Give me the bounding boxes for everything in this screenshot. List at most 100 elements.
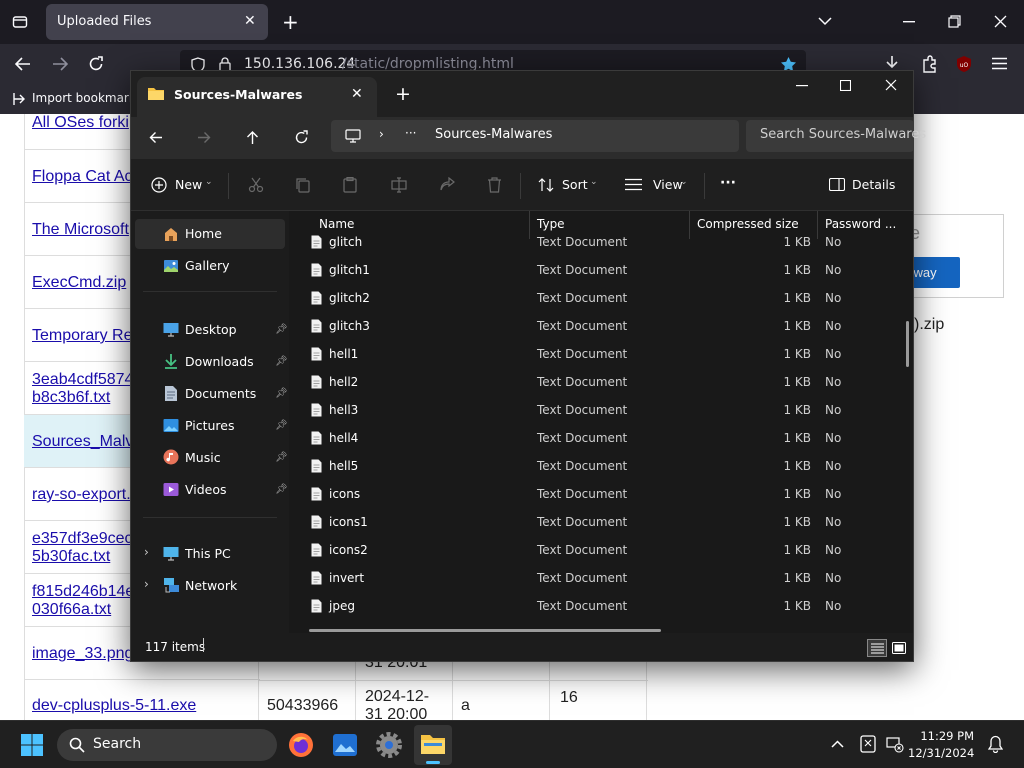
maximize-icon[interactable] xyxy=(840,80,851,91)
ublock-icon[interactable]: uO xyxy=(955,55,973,73)
share-icon[interactable] xyxy=(439,177,455,193)
file-link-line2[interactable]: 030f66a.txt xyxy=(32,601,111,619)
file-link[interactable]: dev-cplusplus-5-11.exe xyxy=(32,697,196,715)
back-icon[interactable] xyxy=(15,57,31,71)
nav-item-documents[interactable]: Documents 📌︎ xyxy=(135,379,288,409)
file-link[interactable]: Sources_Malv xyxy=(32,433,133,451)
refresh-icon[interactable] xyxy=(294,130,309,145)
chevron-right-icon[interactable]: › xyxy=(379,127,384,141)
pin-icon: 📌︎ xyxy=(275,420,288,431)
close-window-icon[interactable] xyxy=(994,15,1007,28)
nav-item-network[interactable]: › Network xyxy=(135,571,285,601)
network-disconnected-icon[interactable] xyxy=(886,735,904,753)
photos-app-icon[interactable] xyxy=(332,733,358,757)
close-window-icon[interactable] xyxy=(885,79,897,91)
nav-item-gallery[interactable]: Gallery xyxy=(135,251,285,281)
file-row[interactable]: hell2 Text Document 1 KB No xyxy=(289,369,913,397)
file-link[interactable]: Temporary Re xyxy=(32,327,132,345)
list-all-tabs-icon[interactable] xyxy=(818,16,832,26)
horizontal-scrollbar-thumb[interactable] xyxy=(309,629,661,632)
file-row[interactable]: hell5 Text Document 1 KB No xyxy=(289,453,913,481)
file-link[interactable]: 3eab4cdf5874 xyxy=(32,371,133,389)
vertical-scrollbar-thumb[interactable] xyxy=(906,321,909,367)
details-view-toggle[interactable] xyxy=(867,639,887,657)
file-explorer-taskbar-button[interactable] xyxy=(414,725,452,765)
more-options-icon[interactable]: ··· xyxy=(720,175,736,191)
forward-icon[interactable] xyxy=(197,131,211,144)
details-button[interactable]: Details xyxy=(825,173,905,197)
file-row[interactable]: invert Text Document 1 KB No xyxy=(289,565,913,593)
file-link[interactable]: image_33.png xyxy=(32,645,133,663)
file-link[interactable]: ray-so-export. xyxy=(32,486,131,504)
file-row[interactable]: hell3 Text Document 1 KB No xyxy=(289,397,913,425)
firefox-icon[interactable] xyxy=(288,732,314,758)
menu-icon[interactable] xyxy=(992,57,1007,70)
file-row[interactable]: hell4 Text Document 1 KB No xyxy=(289,425,913,453)
file-link[interactable]: Floppa Cat Ac xyxy=(32,168,133,186)
file-row[interactable]: glitch Text Document 1 KB No xyxy=(289,229,913,257)
address-bar[interactable]: › ··· Sources-Malwares xyxy=(331,120,739,152)
explorer-tab[interactable]: Sources-Malwares ✕ xyxy=(137,77,377,117)
view-button[interactable]: View ⌄ xyxy=(622,173,692,197)
file-link[interactable]: All OSes forki xyxy=(32,114,129,132)
rename-icon[interactable] xyxy=(391,177,407,193)
tab-overview-icon[interactable] xyxy=(12,14,28,30)
import-bookmarks-link[interactable]: Import bookmarks xyxy=(32,91,142,105)
close-tab-icon[interactable]: ✕ xyxy=(351,86,363,102)
clock-date[interactable]: 12/31/2024 xyxy=(908,746,974,760)
taskbar-search[interactable]: Search xyxy=(57,729,277,761)
this-pc-icon xyxy=(163,547,179,561)
nav-item-home[interactable]: Home xyxy=(135,219,285,249)
expand-chevron-icon[interactable]: › xyxy=(144,577,149,591)
cut-icon[interactable] xyxy=(248,177,264,193)
file-row[interactable]: icons2 Text Document 1 KB No xyxy=(289,537,913,565)
file-row[interactable]: icons1 Text Document 1 KB No xyxy=(289,509,913,537)
tablet-icon[interactable] xyxy=(860,735,876,753)
file-row[interactable]: glitch3 Text Document 1 KB No xyxy=(289,313,913,341)
nav-item-downloads[interactable]: Downloads 📌︎ xyxy=(135,347,288,377)
breadcrumb-folder[interactable]: Sources-Malwares xyxy=(435,127,552,142)
minimize-icon[interactable] xyxy=(796,85,808,87)
clock-time[interactable]: 11:29 PM xyxy=(908,729,974,743)
new-tab-icon[interactable]: + xyxy=(282,10,299,34)
file-link-line2[interactable]: 5b30fac.txt xyxy=(32,548,110,566)
extensions-icon[interactable] xyxy=(921,55,937,73)
paste-icon[interactable] xyxy=(342,177,358,193)
search-box[interactable]: Search Sources-Malwares xyxy=(746,120,926,152)
sort-button[interactable]: Sort ⌄ xyxy=(535,173,601,197)
tiles-view-toggle[interactable] xyxy=(890,639,908,657)
nav-item-music[interactable]: Music 📌︎ xyxy=(135,443,288,473)
file-row[interactable]: glitch2 Text Document 1 KB No xyxy=(289,285,913,313)
restore-icon[interactable] xyxy=(948,15,961,28)
minimize-icon[interactable] xyxy=(903,21,915,23)
file-link[interactable]: e357df3e9cec xyxy=(32,530,133,548)
file-row[interactable]: jpeg Text Document 1 KB No xyxy=(289,593,913,621)
browser-tab-active[interactable]: Uploaded Files ✕ xyxy=(46,4,268,40)
file-row[interactable]: icons Text Document 1 KB No xyxy=(289,481,913,509)
file-link[interactable]: ExecCmd.zip xyxy=(32,274,126,292)
start-icon[interactable] xyxy=(21,734,43,756)
nav-item-this-pc[interactable]: › This PC xyxy=(135,539,285,569)
file-row[interactable]: hell1 Text Document 1 KB No xyxy=(289,341,913,369)
file-link-line2[interactable]: b8c3b6f.txt xyxy=(32,389,110,407)
close-tab-icon[interactable]: ✕ xyxy=(244,13,256,29)
new-tab-icon[interactable]: + xyxy=(395,83,411,105)
file-link[interactable]: f815d246b14e xyxy=(32,583,134,601)
file-link[interactable]: The Microsoft xyxy=(32,221,129,239)
file-row[interactable]: glitch1 Text Document 1 KB No xyxy=(289,257,913,285)
nav-item-pictures[interactable]: Pictures 📌︎ xyxy=(135,411,288,441)
nav-item-videos[interactable]: Videos 📌︎ xyxy=(135,475,288,505)
settings-gear-icon[interactable] xyxy=(376,732,402,758)
forward-icon[interactable] xyxy=(52,57,68,71)
breadcrumb-more[interactable]: ··· xyxy=(405,126,416,140)
nav-item-desktop[interactable]: Desktop 📌︎ xyxy=(135,315,288,345)
up-icon[interactable] xyxy=(246,130,259,145)
back-icon[interactable] xyxy=(149,131,163,144)
new-button[interactable]: New ⌄ xyxy=(145,173,225,197)
reload-icon[interactable] xyxy=(88,56,104,72)
copy-icon[interactable] xyxy=(295,177,311,193)
expand-chevron-icon[interactable]: › xyxy=(144,545,149,559)
notifications-bell-icon[interactable] xyxy=(988,735,1003,753)
delete-icon[interactable] xyxy=(487,177,502,193)
chevron-up-icon[interactable] xyxy=(831,740,844,748)
